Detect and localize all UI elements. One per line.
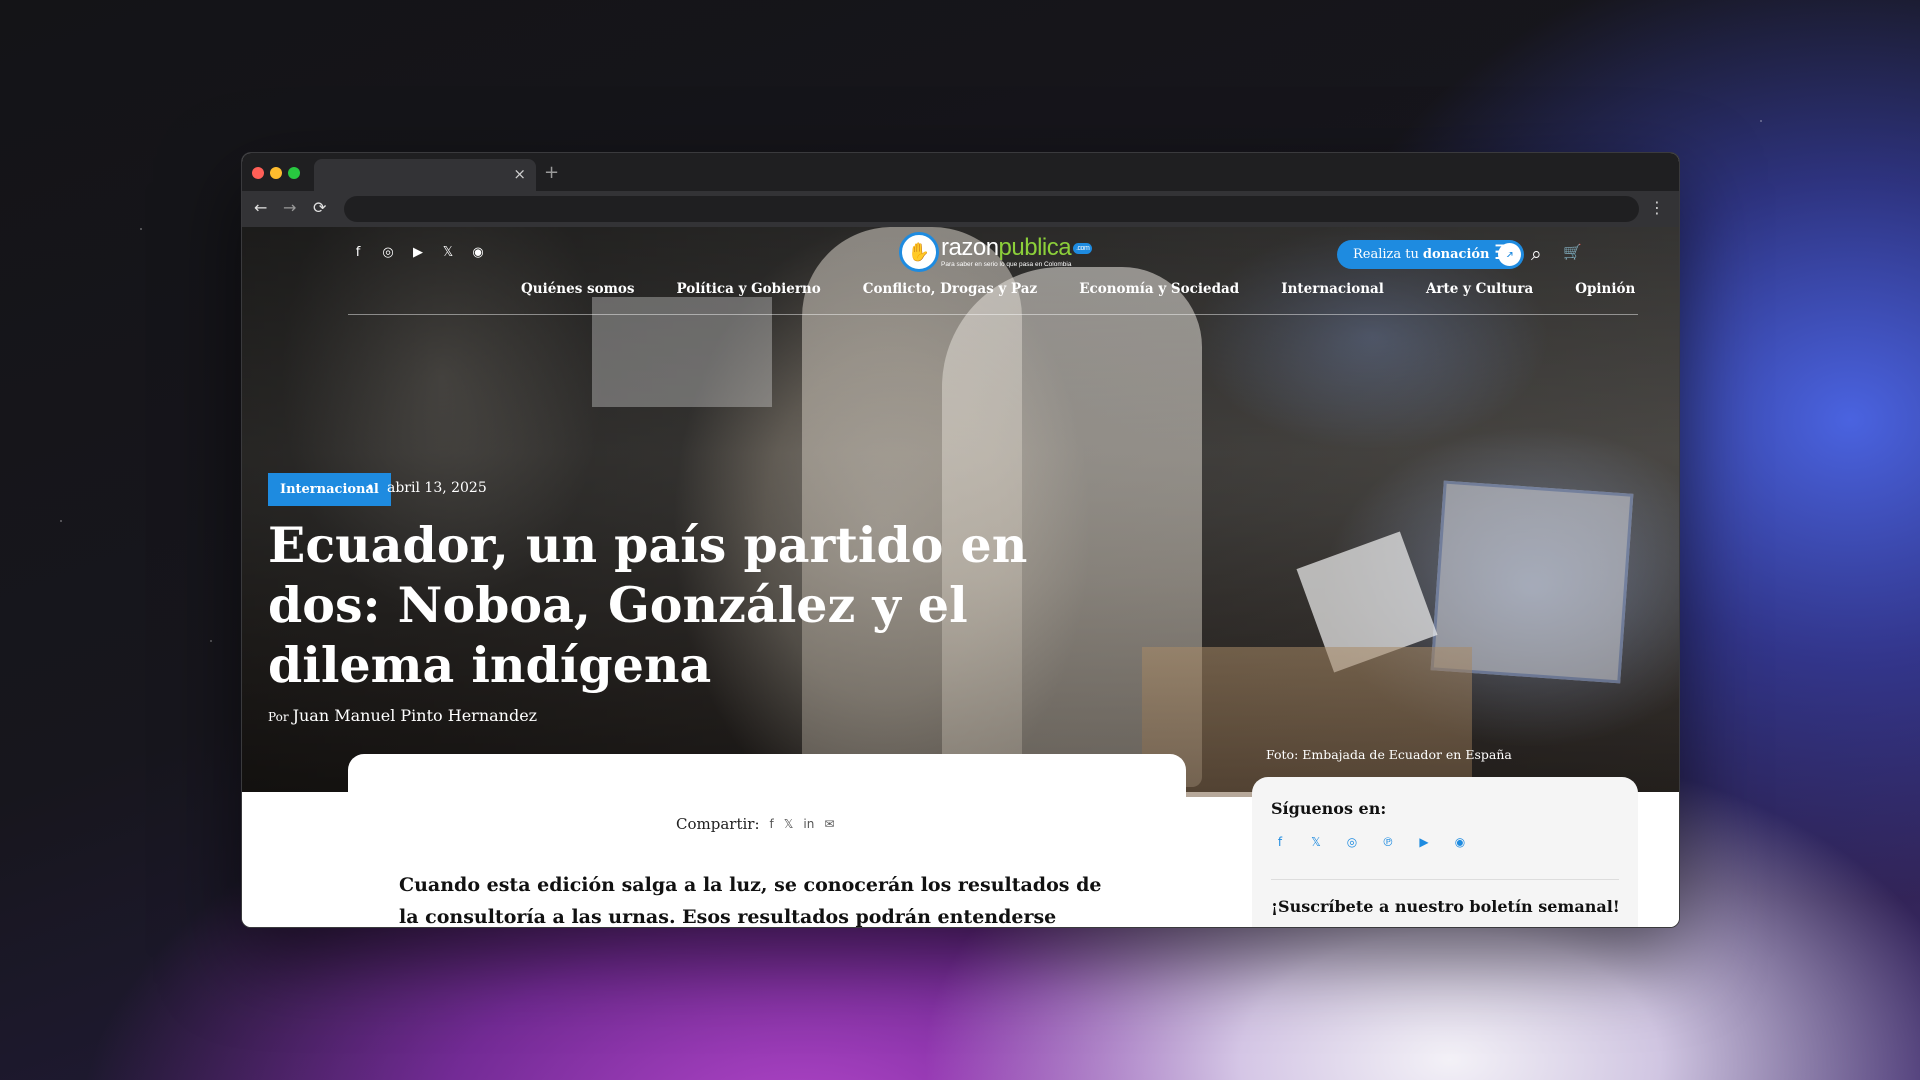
nav-item-conflicto[interactable]: Conflicto, Drogas y Paz: [863, 281, 1037, 297]
logo-word-publica: publica: [998, 233, 1072, 261]
back-icon[interactable]: ←: [254, 198, 267, 217]
x-icon[interactable]: 𝕏: [1307, 835, 1325, 849]
nav-item-economia[interactable]: Economía y Sociedad: [1079, 281, 1239, 297]
nav-item-internacional[interactable]: Internacional: [1281, 281, 1384, 297]
byline-prefix: Por: [268, 710, 289, 724]
browser-menu-icon[interactable]: ⋮: [1649, 198, 1665, 217]
pinterest-icon[interactable]: ℗: [1379, 835, 1397, 849]
share-x-icon[interactable]: 𝕏: [784, 817, 794, 831]
background-star: [1760, 120, 1762, 122]
maximize-window-button[interactable]: [288, 167, 300, 179]
sidebar-card: Síguenos en: f 𝕏 ◎ ℗ ▶ ◉ ¡Suscríbete a n…: [1252, 777, 1638, 927]
logo-tagline: Para saber en serio lo que pasa en Colom…: [941, 260, 1072, 268]
logo-com-badge: .com: [1073, 242, 1093, 254]
article-byline: Por Juan Manuel Pinto Hernandez: [268, 706, 537, 725]
article-title: Ecuador, un país partido en dos: Noboa, …: [268, 516, 1028, 694]
share-facebook-icon[interactable]: f: [770, 817, 774, 831]
facebook-icon[interactable]: f: [1271, 835, 1289, 849]
nav-divider: [348, 314, 1638, 315]
sidebar-divider: [1271, 879, 1619, 880]
background-star: [210, 640, 212, 642]
reload-icon[interactable]: ⟳: [313, 198, 326, 217]
photo-credit: Foto: Embajada de Ecuador en España: [1266, 747, 1512, 762]
nav-item-quienes-somos[interactable]: Quiénes somos: [521, 281, 635, 297]
browser-window: × + ← → ⟳ ⋮ f ◎ ▶ 𝕏 ◉ ✋ razonpublica .co…: [241, 152, 1680, 928]
facebook-icon[interactable]: f: [350, 245, 366, 260]
share-label: Compartir:: [676, 815, 760, 833]
tab-bar: × +: [242, 153, 1679, 191]
x-icon[interactable]: 𝕏: [440, 245, 456, 260]
forward-icon[interactable]: →: [283, 198, 296, 217]
instagram-icon[interactable]: ◎: [1343, 835, 1361, 849]
spotify-icon[interactable]: ◉: [470, 245, 486, 260]
donate-label-bold: donación: [1422, 247, 1490, 262]
newsletter-title: ¡Suscríbete a nuestro boletín semanal!: [1271, 897, 1620, 916]
hamburger-menu-icon[interactable]: ☰: [1494, 240, 1512, 264]
minimize-window-button[interactable]: [270, 167, 282, 179]
share-email-icon[interactable]: ✉: [824, 817, 834, 831]
nav-item-politica[interactable]: Política y Gobierno: [677, 281, 821, 297]
header-social-links: f ◎ ▶ 𝕏 ◉: [350, 245, 486, 260]
browser-tab[interactable]: ×: [314, 159, 536, 191]
article-card: [348, 754, 1186, 927]
page-content: f ◎ ▶ 𝕏 ◉ ✋ razonpublica .com Para saber …: [242, 227, 1679, 927]
logo-globe-icon: ✋: [899, 232, 939, 272]
address-bar[interactable]: [344, 196, 1639, 222]
nav-item-arte[interactable]: Arte y Cultura: [1426, 281, 1533, 297]
youtube-icon[interactable]: ▶: [410, 245, 426, 260]
browser-toolbar: ← → ⟳ ⋮: [242, 191, 1679, 227]
share-bar: Compartir: f 𝕏 in ✉: [676, 815, 834, 833]
cart-icon[interactable]: 🛒: [1563, 243, 1582, 261]
sidebar-social-links: f 𝕏 ◎ ℗ ▶ ◉: [1271, 835, 1469, 849]
nav-item-opinion[interactable]: Opinión: [1575, 281, 1635, 297]
article-date: abril 13, 2025: [366, 480, 487, 496]
author-name[interactable]: Juan Manuel Pinto Hernandez: [293, 706, 538, 725]
background-star: [140, 228, 142, 230]
site-logo[interactable]: ✋ razonpublica .com Para saber en serio l…: [899, 232, 1093, 272]
donate-label: Realiza tu: [1353, 247, 1419, 262]
tab-close-icon[interactable]: ×: [513, 165, 526, 183]
spotify-icon[interactable]: ◉: [1451, 835, 1469, 849]
instagram-icon[interactable]: ◎: [380, 245, 396, 260]
follow-title: Síguenos en:: [1271, 799, 1387, 818]
photo-ballot-box: [1142, 647, 1472, 797]
search-icon[interactable]: ⌕: [1531, 243, 1542, 265]
share-linkedin-icon[interactable]: in: [803, 817, 814, 831]
new-tab-icon[interactable]: +: [544, 162, 559, 183]
logo-word-razon: razon: [941, 233, 999, 261]
youtube-icon[interactable]: ▶: [1415, 835, 1433, 849]
close-window-button[interactable]: [252, 167, 264, 179]
background-star: [60, 520, 62, 522]
main-navigation: Quiénes somos Política y Gobierno Confli…: [521, 281, 1677, 297]
